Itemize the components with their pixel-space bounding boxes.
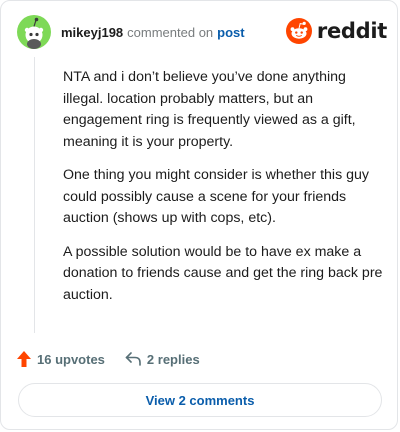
reply-arrow-icon xyxy=(125,352,141,366)
upvote-button[interactable]: 16 upvotes xyxy=(17,351,105,367)
replies-count: 2 replies xyxy=(146,351,200,367)
comment-card: mikeyj198 commented on post reddit NTA and… xyxy=(0,0,398,430)
snoo-avatar-icon[interactable] xyxy=(17,15,51,49)
view-comments-button[interactable]: View 2 comments xyxy=(18,383,382,417)
reddit-snoo-icon xyxy=(285,18,312,44)
commented-on-text: commented on xyxy=(127,25,214,40)
upvote-arrow-icon xyxy=(17,351,31,367)
post-link[interactable]: post xyxy=(217,25,244,40)
replies-button[interactable]: 2 replies xyxy=(125,352,200,367)
comment-paragraph: NTA and i don’t believe you’ve done anyt… xyxy=(63,69,356,150)
comment-actions: 16 upvotes 2 replies xyxy=(17,349,200,369)
comment-paragraph: A possible solution would be to have ex … xyxy=(63,243,383,303)
comment-meta: mikeyj198 commented on post xyxy=(61,25,245,41)
thread-line[interactable] xyxy=(34,57,35,333)
comment-body: NTA and i don’t believe you’ve done anyt… xyxy=(63,67,387,318)
reddit-wordmark: reddit xyxy=(316,19,387,43)
comment-paragraph: One thing you might consider is whether … xyxy=(63,167,369,226)
reddit-logo[interactable]: reddit xyxy=(285,17,387,45)
comment-header: mikeyj198 commented on post reddit xyxy=(17,15,387,51)
upvotes-count: 16 upvotes xyxy=(37,351,105,367)
username-link[interactable]: mikeyj198 xyxy=(61,25,123,40)
